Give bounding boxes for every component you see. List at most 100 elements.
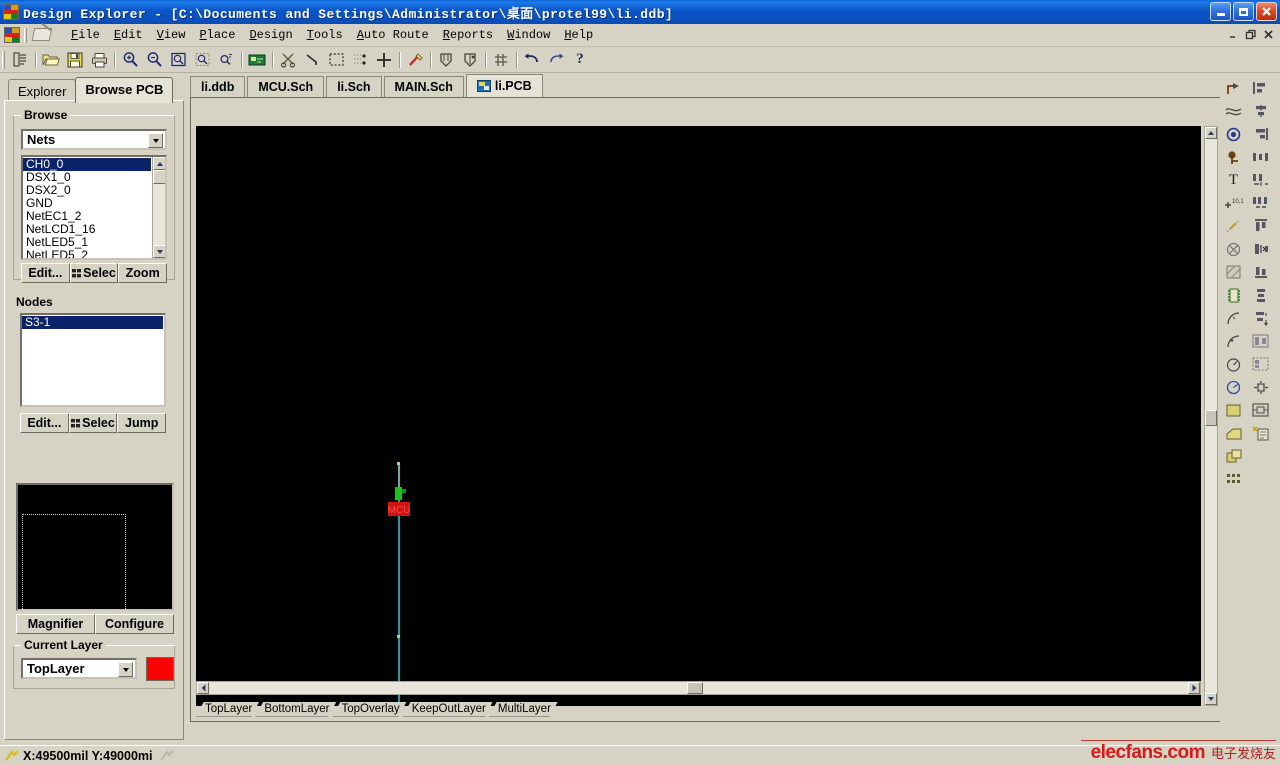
align-to-grid-icon[interactable] [1249, 330, 1273, 352]
scroll-down-icon[interactable] [153, 245, 165, 258]
document-tab-li-pcb[interactable]: li.PCB [465, 74, 543, 97]
nets-scroll-thumb[interactable] [153, 170, 165, 184]
place-component-icon[interactable] [1222, 284, 1246, 306]
place-arc-center-icon[interactable] [1222, 307, 1246, 329]
place-arc-edge-icon[interactable] [1222, 330, 1246, 352]
minimize-button[interactable] [1210, 2, 1231, 21]
zoom-out-icon[interactable] [142, 49, 166, 71]
place-arc-any-icon[interactable] [1222, 353, 1246, 375]
menu-item-window[interactable]: Window [500, 25, 557, 45]
help-icon[interactable]: ? [568, 49, 592, 71]
zoom-area-icon[interactable] [166, 49, 190, 71]
document-tab-main-sch[interactable]: MAIN.Sch [383, 76, 464, 97]
component-find-icon[interactable] [458, 49, 482, 71]
close-button[interactable] [1256, 2, 1277, 21]
place-coordinate-icon[interactable]: 10,10 [1222, 192, 1246, 214]
move-to-front-icon[interactable] [1249, 376, 1273, 398]
maximize-button[interactable] [1233, 2, 1254, 21]
place-line-icon[interactable] [1222, 100, 1246, 122]
menu-item-auto-route[interactable]: Auto Route [350, 25, 436, 45]
layer-tab-multilayer[interactable]: MultiLayer [489, 702, 558, 717]
align-left-icon[interactable] [1249, 77, 1273, 99]
canvas-horizontal-scrollbar[interactable] [196, 681, 1201, 695]
clear-selection-icon[interactable] [403, 49, 427, 71]
net-select-button[interactable]: Selec [69, 263, 119, 283]
menu-item-help[interactable]: Help [557, 25, 600, 45]
layer-tab-keepoutlayer[interactable]: KeepOutLayer [403, 702, 493, 717]
place-array-icon[interactable] [1222, 468, 1246, 490]
save-icon[interactable] [63, 49, 87, 71]
place-string-icon[interactable]: T [1222, 169, 1246, 191]
board-preview[interactable] [16, 483, 174, 611]
document-tab-li-ddb[interactable]: li.ddb [190, 76, 246, 97]
scroll-left-icon[interactable] [197, 682, 209, 694]
crosshair-icon[interactable] [372, 49, 396, 71]
scroll-right-icon[interactable] [1188, 682, 1200, 694]
layer-tab-topoverlay[interactable]: TopOverlay [333, 702, 407, 717]
zoom-last-icon[interactable] [214, 49, 238, 71]
align-horizontal-center-icon[interactable] [1249, 100, 1273, 122]
space-equal-horizontal-icon[interactable] [1249, 146, 1273, 168]
mdi-app-icon[interactable] [4, 27, 20, 43]
cut-icon[interactable] [276, 49, 300, 71]
position-component-text-icon[interactable] [1249, 353, 1273, 375]
hide-components-icon[interactable] [1249, 399, 1273, 421]
nets-listbox[interactable]: CH0_0 DSX1_0 DSX2_0 GND NetEC1_2 NetLCD1_16 Ne… [21, 155, 167, 260]
magnifier-button[interactable]: Magnifier [16, 614, 95, 634]
mdi-close-button[interactable] [1261, 27, 1276, 42]
node-edit-button[interactable]: Edit... [20, 413, 69, 433]
route-line-icon[interactable] [300, 49, 324, 71]
place-keepout-icon[interactable] [1222, 238, 1246, 260]
mdi-restore-button[interactable] [1243, 27, 1258, 42]
scroll-up-icon[interactable] [153, 157, 165, 170]
align-bottom-icon[interactable] [1249, 261, 1273, 283]
place-fill-icon[interactable] [1222, 261, 1246, 283]
undo-icon[interactable] [520, 49, 544, 71]
net-edit-button[interactable]: Edit... [21, 263, 70, 283]
document-tab-mcu-sch[interactable]: MCU.Sch [247, 76, 325, 97]
place-polygon-icon[interactable] [1222, 399, 1246, 421]
align-top-icon[interactable] [1249, 215, 1273, 237]
toolbar-drag-grip[interactable] [2, 50, 5, 69]
menu-item-reports[interactable]: Reports [436, 25, 500, 45]
configure-button[interactable]: Configure [95, 614, 174, 634]
current-layer-dropdown[interactable]: TopLayer [21, 658, 137, 679]
place-split-plane-icon[interactable] [1222, 445, 1246, 467]
node-jump-button[interactable]: Jump [117, 413, 167, 433]
browse-category-dropdown[interactable]: Nets [21, 129, 167, 150]
open-folder-icon[interactable] [39, 49, 63, 71]
canvas-hscroll-thumb[interactable] [687, 682, 703, 694]
nets-scrollbar[interactable] [152, 157, 165, 258]
place-full-circle-icon[interactable] [1222, 376, 1246, 398]
net-zoom-button[interactable]: Zoom [118, 263, 168, 283]
menu-item-tools[interactable]: Tools [300, 25, 350, 45]
increase-horizontal-space-icon[interactable] [1249, 169, 1273, 191]
place-room-icon[interactable] [1222, 422, 1246, 444]
decrease-horizontal-space-icon[interactable] [1249, 192, 1273, 214]
document-tab-li-sch[interactable]: li.Sch [326, 76, 382, 97]
place-via-icon[interactable] [1222, 146, 1246, 168]
node-list-item[interactable]: S3-1 [22, 316, 163, 329]
view-pcb-icon[interactable] [245, 49, 269, 71]
chevron-down-icon[interactable] [118, 662, 133, 677]
nodes-listbox[interactable]: S3-1 [20, 313, 166, 407]
netlist-icon[interactable] [434, 49, 458, 71]
place-interactive-route-icon[interactable] [1222, 77, 1246, 99]
layer-color-swatch[interactable] [146, 657, 174, 681]
move-selection-icon[interactable] [348, 49, 372, 71]
align-right-icon[interactable] [1249, 123, 1273, 145]
align-vertical-center-icon[interactable] [1249, 238, 1273, 260]
place-pad-icon[interactable] [1222, 123, 1246, 145]
increase-vertical-space-icon[interactable] [1249, 307, 1273, 329]
space-equal-vertical-icon[interactable] [1249, 284, 1273, 306]
canvas-vscroll-thumb[interactable] [1205, 410, 1217, 426]
menu-item-edit[interactable]: Edit [107, 25, 150, 45]
pcb-canvas[interactable]: MCU [196, 126, 1201, 706]
layer-tab-toplayer[interactable]: TopLayer [196, 702, 259, 717]
zoom-in-icon[interactable] [118, 49, 142, 71]
scroll-down-icon[interactable] [1205, 693, 1217, 705]
component-dialog-icon[interactable] [1249, 422, 1273, 444]
menu-item-place[interactable]: Place [192, 25, 242, 45]
net-list-item[interactable]: NetLED5_2 [23, 249, 151, 259]
canvas-vertical-scrollbar[interactable] [1204, 126, 1218, 706]
